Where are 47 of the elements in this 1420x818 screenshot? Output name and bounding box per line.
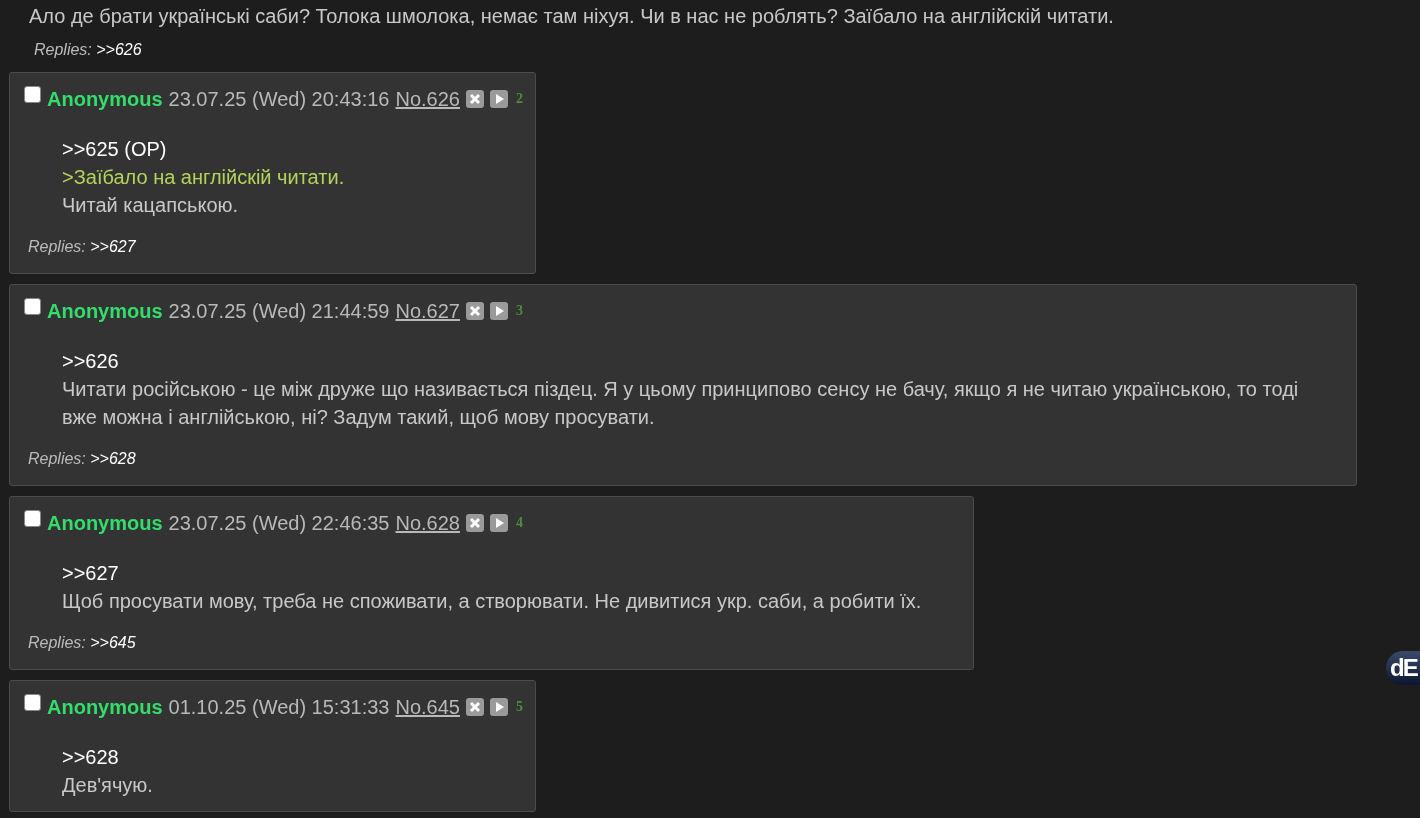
post-date: 23.07.25 (Wed) 22:46:35 [168, 511, 390, 536]
post-text: Щоб просувати мову, треба не споживати, а створювати. Не дивитися укр. саби, а робити їх. [62, 590, 922, 612]
play-icon[interactable] [489, 514, 508, 532]
post-text: Дев'ячую. [62, 774, 153, 796]
post-text: Читати російською - це між друже що називається піздец. Я у цьому принципово сенсу не бачу, якщо я не читаю українською, то тоді вже можна і англійською, ні? Задум такий, щоб мову просувати. [62, 378, 1299, 428]
reply-link[interactable]: >>626 [96, 41, 142, 58]
reply-link[interactable]: >>645 [90, 634, 136, 651]
hide-icon[interactable] [465, 698, 484, 716]
post-number[interactable]: No.626 [395, 85, 460, 113]
hide-icon[interactable] [465, 514, 484, 532]
checkbox[interactable] [24, 693, 41, 711]
checkbox[interactable] [24, 297, 41, 315]
play-icon[interactable] [489, 698, 508, 716]
greentext: >Заїбало на англійскій читати. [62, 166, 345, 188]
reply-link[interactable]: >>627 [90, 238, 136, 255]
post-index: 5 [515, 698, 523, 716]
poster-name: Anonymous [47, 87, 163, 112]
poster-name: Anonymous [47, 299, 163, 324]
quote-link[interactable]: >>625 (OP) [62, 138, 167, 160]
post-text: Читай кацапською. [62, 194, 239, 216]
replies-label: Replies: [28, 450, 86, 467]
quote-link[interactable]: >>628 [62, 746, 119, 768]
post-date: 23.07.25 (Wed) 20:43:16 [168, 87, 390, 112]
logo-badge[interactable]: dE [1386, 651, 1420, 685]
post-index: 3 [515, 302, 523, 320]
play-icon[interactable] [489, 302, 508, 320]
post-number[interactable]: No.645 [395, 693, 460, 721]
checkbox[interactable] [24, 85, 41, 103]
replies-label: Replies: [28, 634, 86, 651]
poster-name: Anonymous [47, 511, 163, 536]
replies-label: Replies: [34, 41, 92, 58]
post-date: 01.10.25 (Wed) 15:31:33 [168, 695, 390, 720]
poster-name: Anonymous [47, 695, 163, 720]
reply-link[interactable]: >>628 [90, 450, 136, 467]
post-text: Ало де брати українські саби? Толока шмолока, немає там ніхуя. Чи в нас не роблять? Заїбало на англійскій читати. [29, 5, 1114, 27]
post-number[interactable]: No.627 [395, 297, 460, 325]
post-index: 2 [515, 90, 523, 108]
play-icon[interactable] [489, 90, 508, 108]
post-number[interactable]: No.628 [395, 509, 460, 537]
hide-icon[interactable] [465, 302, 484, 320]
hide-icon[interactable] [465, 90, 484, 108]
quote-link[interactable]: >>626 [62, 350, 119, 372]
replies-label: Replies: [28, 238, 86, 255]
checkbox[interactable] [24, 509, 41, 527]
quote-link[interactable]: >>627 [62, 562, 119, 584]
post-index: 4 [515, 514, 523, 532]
post-date: 23.07.25 (Wed) 21:44:59 [168, 299, 390, 324]
